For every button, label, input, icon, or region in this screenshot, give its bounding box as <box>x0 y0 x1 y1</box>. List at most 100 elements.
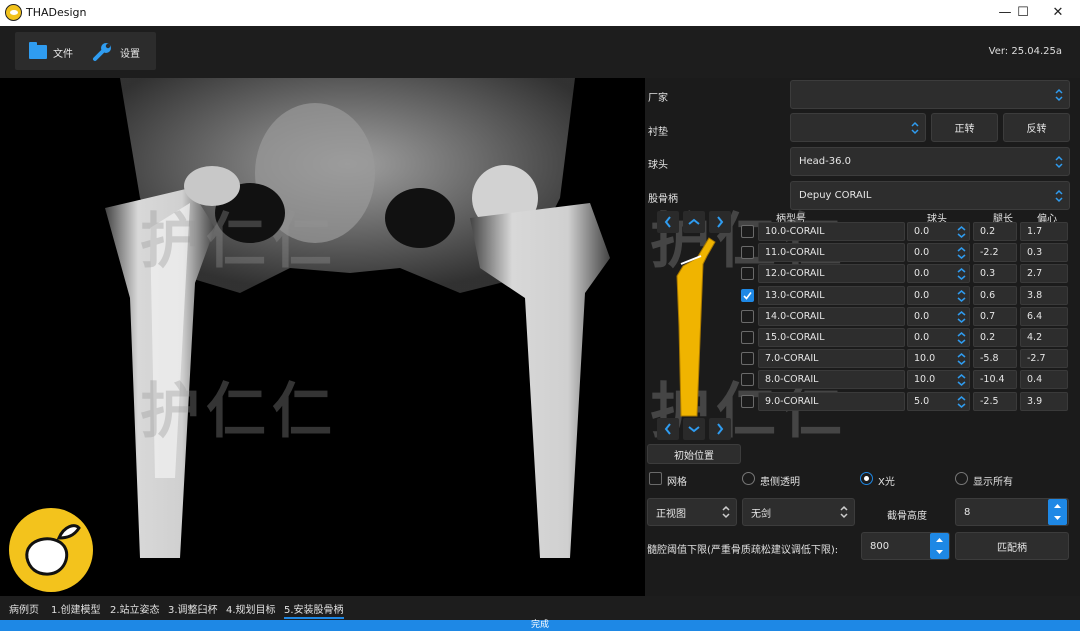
version-label: Ver: 25.04.25a <box>988 46 1062 57</box>
updown-icon <box>957 374 966 386</box>
manufacturer-select[interactable] <box>790 80 1070 109</box>
workflow-steps: 病例页 1.创建模型 2.站立姿态 3.调整臼杯 4.规划目标 5.安装股骨柄 <box>0 596 1080 620</box>
table-cell-offset: 1.7 <box>1020 222 1068 241</box>
close-button[interactable]: ✕ <box>1041 2 1075 24</box>
match-stem-button[interactable]: 匹配柄 <box>955 532 1069 560</box>
table-cell-neck: -2.2 <box>973 243 1017 262</box>
move-down-button[interactable] <box>683 418 705 440</box>
row-select-checkbox[interactable] <box>741 395 754 408</box>
table-cell-offset: 4.2 <box>1020 328 1068 347</box>
xray-image <box>105 78 610 558</box>
title-bar: THADesign — ☐ ✕ <box>0 0 1080 26</box>
move-right-button[interactable] <box>709 211 731 233</box>
threshold-spinner[interactable] <box>930 533 949 559</box>
updown-icon <box>957 311 966 323</box>
table-cell-model: 7.0-CORAIL <box>758 349 905 368</box>
updown-icon <box>957 268 966 280</box>
table-cell-model: 12.0-CORAIL <box>758 264 905 283</box>
table-cell-head[interactable]: 0.0 <box>907 328 970 347</box>
table-cell-head[interactable]: 10.0 <box>907 370 970 389</box>
checkmark-icon <box>743 292 752 300</box>
move-up-button[interactable] <box>683 211 705 233</box>
contralateral-label: 患侧透明 <box>760 477 800 488</box>
step-install-stem[interactable]: 5.安装股骨柄 <box>284 601 344 619</box>
updown-icon <box>957 353 966 365</box>
stem-label: 股骨柄 <box>648 194 678 205</box>
row-select-checkbox[interactable] <box>741 373 754 386</box>
head-value: Head-36.0 <box>799 156 852 167</box>
chevron-down-icon <box>688 426 700 433</box>
contralateral-radio[interactable] <box>742 472 755 485</box>
rotate-forward-button[interactable]: 正转 <box>931 113 998 142</box>
head-offset-value: 10.0 <box>914 353 936 364</box>
table-cell-head[interactable]: 0.0 <box>907 243 970 262</box>
settings-panel: 护仁仁 护仁仁 厂家 衬垫 正转 反转 球头 Head-36.0 股骨柄 Dep… <box>645 78 1080 596</box>
step-plan-target[interactable]: 4.规划目标 <box>226 601 276 616</box>
settings-menu-button[interactable]: 设置 <box>92 42 140 62</box>
xray-radio[interactable] <box>860 472 873 485</box>
row-select-checkbox[interactable] <box>741 352 754 365</box>
head-select[interactable]: Head-36.0 <box>790 147 1070 176</box>
tool-value: 无剑 <box>751 508 771 520</box>
tool-select[interactable]: 无剑 <box>742 498 855 526</box>
updown-icon <box>957 247 966 259</box>
move-left-button[interactable] <box>657 211 679 233</box>
rotate-reverse-button[interactable]: 反转 <box>1003 113 1070 142</box>
row-select-checkbox[interactable] <box>741 246 754 259</box>
table-cell-neck: 0.6 <box>973 286 1017 305</box>
cut-height-spinner[interactable] <box>1048 499 1067 525</box>
table-cell-head[interactable]: 0.0 <box>907 222 970 241</box>
table-cell-model: 14.0-CORAIL <box>758 307 905 326</box>
rotate-left-button[interactable] <box>657 418 679 440</box>
updown-icon <box>957 290 966 302</box>
row-select-checkbox[interactable] <box>741 225 754 238</box>
table-cell-head[interactable]: 5.0 <box>907 392 970 411</box>
toolbar-group: 文件 设置 <box>15 32 156 70</box>
show-all-radio[interactable] <box>955 472 968 485</box>
liner-select[interactable] <box>790 113 926 142</box>
table-cell-neck: 0.7 <box>973 307 1017 326</box>
maximize-button[interactable]: ☐ <box>1006 2 1040 24</box>
table-cell-head[interactable]: 0.0 <box>907 286 970 305</box>
grid-label: 网格 <box>667 477 687 488</box>
step-create-model[interactable]: 1.创建模型 <box>51 601 101 616</box>
updown-icon <box>957 396 966 408</box>
file-menu-button[interactable]: 文件 <box>29 42 73 62</box>
row-select-checkbox[interactable] <box>741 267 754 280</box>
settings-menu-label: 设置 <box>120 48 140 60</box>
view-select[interactable]: 正视图 <box>647 498 737 526</box>
table-cell-head[interactable]: 10.0 <box>907 349 970 368</box>
rotate-right-button[interactable] <box>709 418 731 440</box>
row-select-checkbox[interactable] <box>741 289 754 302</box>
table-cell-offset: 2.7 <box>1020 264 1068 283</box>
step-case-page[interactable]: 病例页 <box>9 601 39 616</box>
row-select-checkbox[interactable] <box>741 310 754 323</box>
row-select-checkbox[interactable] <box>741 331 754 344</box>
stem-value: Depuy CORAIL <box>799 190 872 201</box>
table-cell-offset: 3.9 <box>1020 392 1068 411</box>
step-standing-pose[interactable]: 2.站立姿态 <box>110 601 160 616</box>
xray-viewport[interactable]: 护仁仁 护仁仁 <box>0 78 645 596</box>
toolbar: 文件 设置 Ver: 25.04.25a <box>0 26 1080 78</box>
updown-icon <box>911 121 919 134</box>
head-offset-value: 5.0 <box>914 396 930 407</box>
watermark-text: 护仁仁 <box>140 207 338 277</box>
cut-height-label: 截骨高度 <box>887 511 927 522</box>
watermark-text: 护仁仁 <box>140 377 338 447</box>
chevron-left-icon <box>664 216 671 228</box>
stem-select[interactable]: Depuy CORAIL <box>790 181 1070 210</box>
mango-logo-icon <box>9 508 93 592</box>
head-label: 球头 <box>648 160 668 171</box>
table-cell-head[interactable]: 0.0 <box>907 307 970 326</box>
folder-icon <box>29 42 47 59</box>
table-cell-model: 8.0-CORAIL <box>758 370 905 389</box>
reset-position-button[interactable]: 初始位置 <box>647 444 741 464</box>
app-logo-icon <box>5 4 22 21</box>
step-adjust-cup[interactable]: 3.调整臼杯 <box>168 601 218 616</box>
table-cell-head[interactable]: 0.0 <box>907 264 970 283</box>
grid-checkbox[interactable] <box>649 472 662 485</box>
chevron-up-icon <box>688 218 700 225</box>
updown-icon <box>1055 189 1063 202</box>
head-offset-value: 0.0 <box>914 311 930 322</box>
updown-icon <box>1055 88 1063 101</box>
